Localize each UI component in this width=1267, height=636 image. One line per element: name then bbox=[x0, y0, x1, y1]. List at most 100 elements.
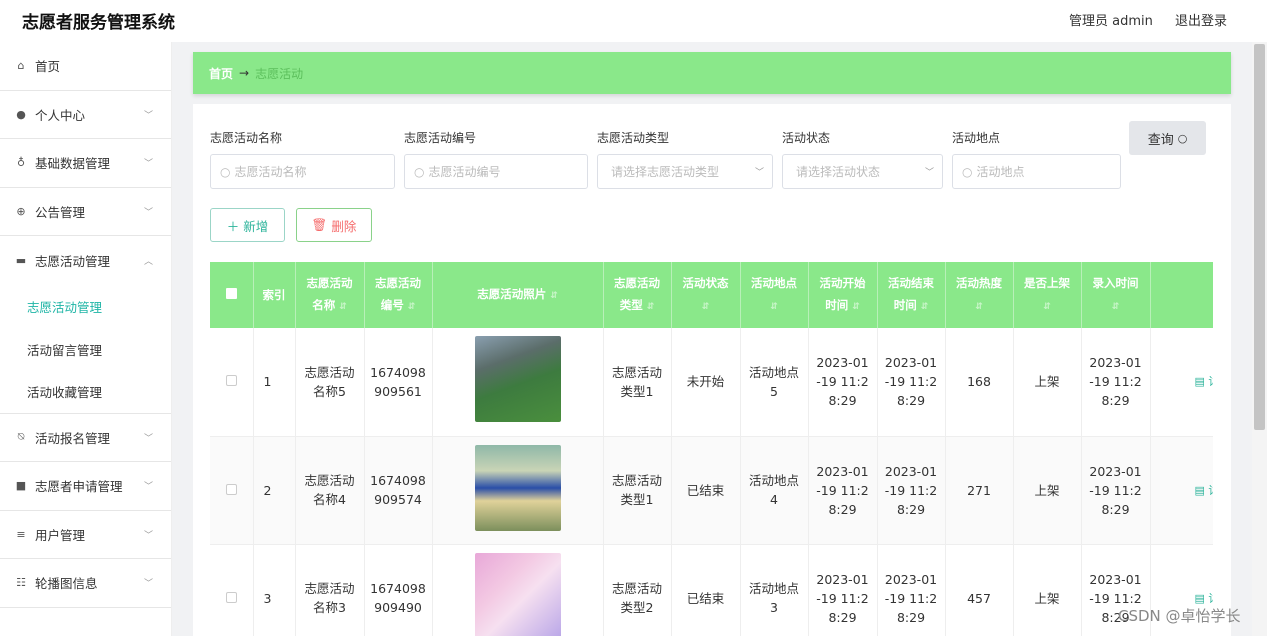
filter-name-label: 志愿活动名称 bbox=[210, 131, 283, 145]
cell-place: 活动地点 3 bbox=[740, 544, 809, 636]
compass-icon: ⊕ bbox=[16, 204, 26, 218]
filter-status-label: 活动状态 bbox=[782, 131, 831, 145]
chevron-down-icon: ﹀ bbox=[143, 579, 153, 590]
sidebar-subitem-activity-favorite[interactable]: 活动收藏管理 bbox=[0, 371, 171, 414]
search-icon: ○ bbox=[962, 164, 973, 179]
chevron-down-icon: ﹀ bbox=[143, 482, 153, 493]
filter-place-label: 活动地点 bbox=[952, 131, 1001, 145]
search-icon: ○ bbox=[414, 164, 425, 179]
detail-button[interactable]: ▤ 详 bbox=[1150, 328, 1213, 437]
sidebar-item-basic-data[interactable]: ♁ 基础数据管理 ﹀ bbox=[0, 139, 171, 188]
filter-type-label: 志愿活动类型 bbox=[597, 131, 670, 145]
data-table: 索引 志愿活动 名称 ⇵ 志愿活动 编号 ⇵ 志愿活动照片 ⇵ 志愿活动 类型 ⇵ 活… bbox=[210, 262, 1213, 636]
col-created[interactable]: 录入时间 ⇵ bbox=[1081, 262, 1151, 328]
cell-heat: 457 bbox=[945, 544, 1014, 636]
cell-end: 2023-01 -19 11:2 8:29 bbox=[877, 544, 946, 636]
cell-start: 2023-01 -19 11:2 8:29 bbox=[808, 436, 878, 545]
cell-place: 活动地点 5 bbox=[740, 328, 809, 437]
bell-off-icon: ⍉ bbox=[17, 430, 25, 444]
row-checkbox[interactable] bbox=[210, 328, 254, 437]
col-start[interactable]: 活动开始 时间 ⇵ bbox=[808, 262, 878, 328]
sidebar-item-notice[interactable]: ⊕ 公告管理 ﹀ bbox=[0, 188, 171, 236]
sort-icon: ⇵ bbox=[770, 302, 778, 312]
chat-icon: ▬ bbox=[15, 253, 27, 267]
filter-status-select[interactable]: 请选择活动状态 ﹀ bbox=[782, 154, 943, 189]
sidebar-item-activity[interactable]: ▬ 志愿活动管理 ︿ bbox=[0, 236, 171, 285]
sidebar-item-home[interactable]: ⌂ 首页 bbox=[0, 42, 171, 91]
query-button[interactable]: 查询 ○ bbox=[1129, 121, 1206, 155]
cell-type: 志愿活动 类型2 bbox=[603, 544, 672, 636]
chevron-down-icon: ﹀ bbox=[924, 168, 934, 178]
sidebar-item-volunteer-apply[interactable]: ■ 志愿者申请管理 ﹀ bbox=[0, 462, 171, 511]
scrollbar-thumb[interactable] bbox=[1254, 44, 1265, 430]
cell-type: 志愿活动 类型1 bbox=[603, 328, 672, 437]
activity-photo[interactable] bbox=[474, 444, 561, 531]
col-heat[interactable]: 活动热度 ⇵ bbox=[945, 262, 1014, 328]
col-end[interactable]: 活动结束 时间 ⇵ bbox=[877, 262, 946, 328]
cell-status: 已结束 bbox=[671, 544, 741, 636]
col-onshelf[interactable]: 是否上架 ⇵ bbox=[1013, 262, 1082, 328]
col-place[interactable]: 活动地点 ⇵ bbox=[740, 262, 809, 328]
sort-icon: ⇵ bbox=[407, 302, 416, 312]
chevron-down-icon: ﹀ bbox=[143, 207, 153, 218]
briefcase-icon: ■ bbox=[15, 479, 27, 493]
cell-index: 1 bbox=[253, 328, 296, 437]
content-panel: 志愿活动名称 ○ 志愿活动名称 志愿活动编号 ○ 志愿活动编号 志愿活动类型 请选择… bbox=[193, 104, 1231, 636]
cell-onshelf: 上架 bbox=[1013, 328, 1082, 437]
cell-code: 1674098 909490 bbox=[364, 544, 433, 636]
select-all-checkbox[interactable] bbox=[210, 262, 254, 328]
col-status[interactable]: 活动状态 ⇵ bbox=[671, 262, 741, 328]
logout-link[interactable]: 退出登录 bbox=[1175, 14, 1227, 29]
col-index: 索引 bbox=[253, 262, 296, 328]
sidebar-item-signup[interactable]: ⍉ 活动报名管理 ﹀ bbox=[0, 414, 171, 462]
cell-name: 志愿活动 名称3 bbox=[295, 544, 365, 636]
sidebar-subitem-activity-message[interactable]: 活动留言管理 bbox=[0, 328, 171, 371]
sidebar-item-label: 首页 bbox=[35, 59, 61, 75]
breadcrumb-home[interactable]: 首页 bbox=[209, 65, 233, 82]
table-header-row: 索引 志愿活动 名称 ⇵ 志愿活动 编号 ⇵ 志愿活动照片 ⇵ 志愿活动 类型 ⇵ 活… bbox=[210, 262, 1213, 328]
cell-start: 2023-01 -19 11:2 8:29 bbox=[808, 544, 878, 636]
sidebar-item-label: 活动报名管理 bbox=[35, 430, 111, 446]
sidebar-item-label: 轮播图信息 bbox=[35, 576, 98, 592]
sidebar-subitem-activity-manage[interactable]: 志愿活动管理 bbox=[0, 285, 171, 328]
chevron-down-icon: ﹀ bbox=[754, 168, 764, 178]
sidebar-item-personal[interactable]: ● 个人中心 ﹀ bbox=[0, 91, 171, 139]
trash-icon: 🗑 bbox=[311, 217, 328, 232]
cell-photo bbox=[432, 328, 604, 437]
chevron-up-icon: ︿ bbox=[143, 256, 153, 267]
sort-icon: ⇵ bbox=[852, 302, 860, 312]
detail-button[interactable]: ▤ 详 bbox=[1150, 436, 1213, 545]
cell-status: 已结束 bbox=[671, 436, 741, 545]
table-row: 3 志愿活动 名称3 1674098 909490 志愿活动 类型2 已结束 活动地点… bbox=[210, 544, 1213, 636]
user-area: 管理员 admin 退出登录 bbox=[1051, 10, 1227, 29]
cell-index: 2 bbox=[253, 436, 296, 545]
col-photo[interactable]: 志愿活动照片 ⇵ bbox=[432, 262, 604, 328]
filter-place-input[interactable]: ○ 活动地点 bbox=[952, 154, 1121, 189]
activity-photo[interactable] bbox=[474, 552, 561, 636]
top-bar: 志愿者服务管理系统 管理员 admin 退出登录 bbox=[0, 0, 1267, 40]
cell-code: 1674098 909561 bbox=[364, 328, 433, 437]
row-checkbox[interactable] bbox=[210, 544, 254, 636]
filter-name-input[interactable]: ○ 志愿活动名称 bbox=[210, 154, 395, 189]
activity-photo[interactable] bbox=[474, 336, 561, 423]
cell-end: 2023-01 -19 11:2 8:29 bbox=[877, 328, 946, 437]
sidebar-item-carousel[interactable]: ☷ 轮播图信息 ﹀ bbox=[0, 559, 171, 608]
col-name[interactable]: 志愿活动 名称 ⇵ bbox=[295, 262, 365, 328]
sort-icon: ⇵ bbox=[550, 291, 558, 301]
sort-icon: ⇵ bbox=[646, 302, 655, 312]
col-type[interactable]: 志愿活动 类型 ⇵ bbox=[603, 262, 672, 328]
sidebar-item-label: 基础数据管理 bbox=[35, 156, 111, 172]
cell-start: 2023-01 -19 11:2 8:29 bbox=[808, 328, 878, 437]
add-button[interactable]: ＋新增 bbox=[210, 208, 285, 242]
col-code[interactable]: 志愿活动 编号 ⇵ bbox=[364, 262, 433, 328]
cell-index: 3 bbox=[253, 544, 296, 636]
sidebar-item-label: 志愿活动管理 bbox=[35, 253, 111, 269]
breadcrumb: 首页 → 志愿活动 bbox=[193, 52, 1231, 94]
row-checkbox[interactable] bbox=[210, 436, 254, 545]
delete-button[interactable]: 🗑 删除 bbox=[296, 208, 372, 242]
filter-code-input[interactable]: ○ 志愿活动编号 bbox=[404, 154, 588, 189]
cell-heat: 168 bbox=[945, 328, 1014, 437]
sidebar-item-users[interactable]: ≡ 用户管理 ﹀ bbox=[0, 511, 171, 559]
filter-type-select[interactable]: 请选择志愿活动类型 ﹀ bbox=[597, 154, 773, 189]
filter-code-label: 志愿活动编号 bbox=[404, 131, 477, 145]
